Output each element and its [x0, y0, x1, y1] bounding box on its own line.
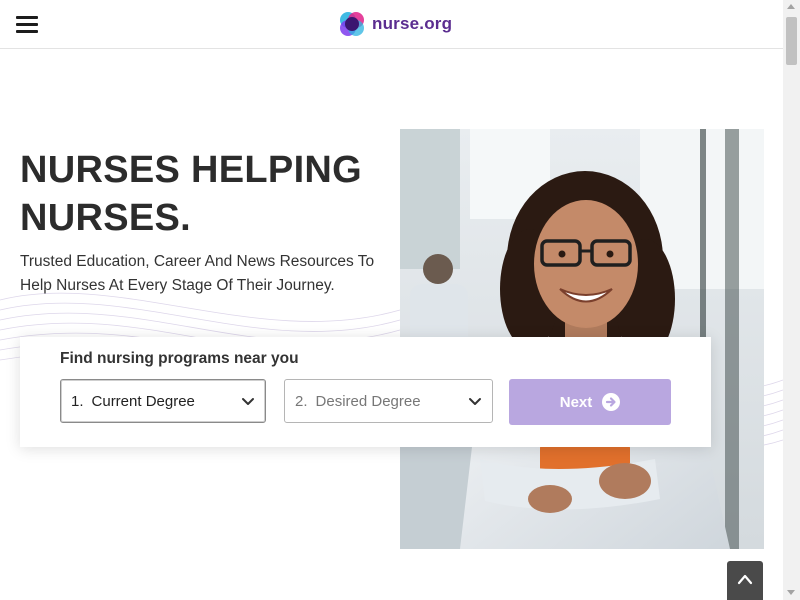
current-degree-number: 1.	[71, 392, 84, 410]
program-search-card: Find nursing programs near you 1. Curren…	[20, 337, 711, 447]
site-logo[interactable]: nurse.org	[337, 8, 452, 40]
desired-degree-label: Desired Degree	[315, 392, 421, 410]
logo-text: nurse.org	[372, 14, 453, 33]
hero-subtitle: Trusted Education, Career And News Resou…	[20, 253, 375, 294]
current-degree-select[interactable]: 1. Current Degree	[60, 379, 266, 423]
desired-degree-number: 2.	[295, 392, 308, 410]
desired-degree-select[interactable]: 2. Desired Degree	[284, 379, 493, 423]
chevron-down-icon	[242, 398, 254, 405]
back-to-top-button[interactable]	[727, 561, 763, 600]
hero-title: NURSES HELPING NURSES.	[20, 149, 363, 239]
chevron-up-icon	[737, 574, 753, 585]
current-degree-label: Current Degree	[91, 392, 195, 410]
site-header: nurse.org	[0, 0, 783, 49]
search-card-label: Find nursing programs near you	[60, 350, 299, 367]
hamburger-menu-icon[interactable]	[16, 16, 38, 34]
scroll-up-arrow-icon[interactable]	[787, 4, 795, 9]
scrollbar-thumb[interactable]	[786, 17, 797, 65]
arrow-right-circle-icon	[602, 393, 621, 411]
scroll-down-arrow-icon[interactable]	[787, 590, 795, 595]
page-scrollbar[interactable]	[783, 0, 800, 600]
chevron-down-icon	[469, 398, 481, 405]
logo-mark-icon	[340, 12, 364, 36]
next-button[interactable]: Next	[509, 379, 671, 425]
next-button-label: Next	[559, 393, 593, 411]
